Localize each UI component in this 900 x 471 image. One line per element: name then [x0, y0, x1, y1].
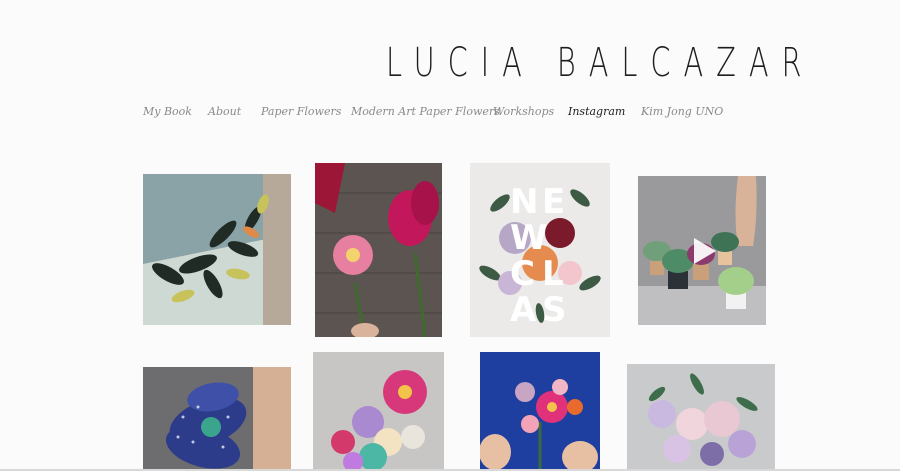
svg-text:A: A [510, 290, 537, 330]
gallery-photo-new-class[interactable]: N E W C L A S [470, 163, 610, 337]
svg-text:L: L [542, 254, 564, 294]
nav-item-instagram[interactable]: Instagram [568, 105, 625, 118]
nav-item-paper-flowers[interactable]: Paper Flowers [261, 105, 341, 118]
nav-item-my-book[interactable]: My Book [143, 105, 192, 118]
nav-item-about[interactable]: About [208, 105, 241, 118]
nav-item-kim-jong-uno[interactable]: Kim Jong UNO [641, 105, 723, 118]
gallery-photo-leaves[interactable] [143, 174, 291, 325]
gallery-photo-pastel-bouquet[interactable] [627, 364, 775, 471]
svg-text:E: E [542, 182, 565, 222]
nav-item-modern-art-paper-flowers[interactable]: Modern Art Paper Flowers [351, 105, 500, 118]
gallery-video-succulents[interactable] [638, 176, 766, 325]
site-title[interactable]: LUCIA BALCAZAR [386, 40, 814, 86]
gallery-photo-pink-flowers[interactable] [315, 163, 442, 337]
gallery-photo-bouquet-pink[interactable] [313, 352, 444, 471]
svg-text:N: N [510, 182, 538, 222]
gallery-photo-blue-background[interactable] [480, 352, 600, 471]
nav-item-workshops[interactable]: Workshops [493, 105, 554, 118]
svg-text:S: S [542, 290, 567, 330]
gallery-photo-blue-flower[interactable] [143, 367, 291, 471]
svg-text:W: W [510, 218, 548, 258]
svg-text:C: C [510, 254, 535, 294]
